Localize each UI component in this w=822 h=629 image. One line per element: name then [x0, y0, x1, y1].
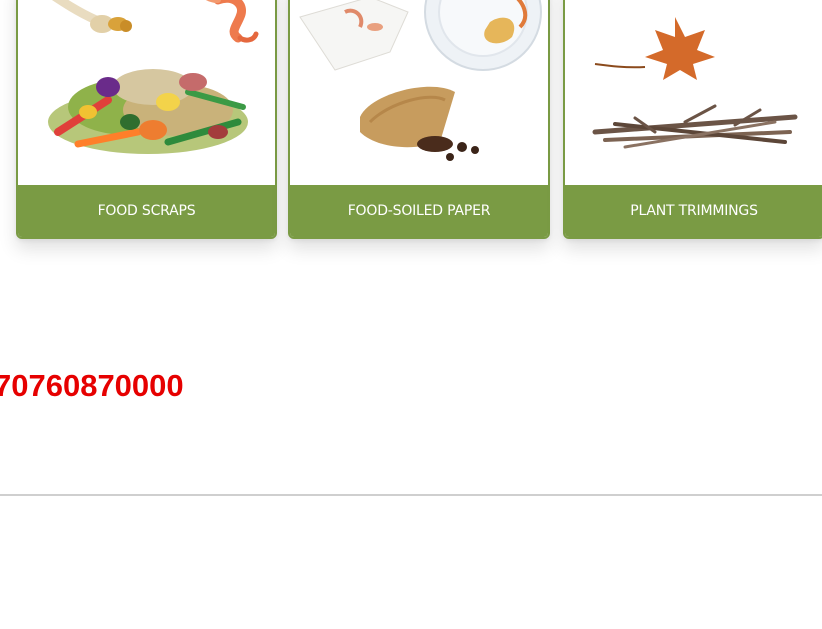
coffee-filter-icon	[360, 86, 479, 161]
napkin-icon	[299, 0, 409, 71]
card-food-soiled-paper[interactable]: FOOD-SOILED PAPER	[288, 0, 550, 239]
card-label-food-soiled-paper: FOOD-SOILED PAPER	[290, 185, 548, 237]
card-plant-trimmings[interactable]: PLANT TRIMMINGS	[563, 0, 822, 239]
divider	[0, 494, 822, 496]
maple-leaf-icon	[594, 17, 715, 80]
shrimp-icon	[205, 0, 259, 43]
vegetable-scraps-icon	[48, 69, 248, 154]
page: FOOD SCRAPS FOOD-SOILED PAPER PLANT TRIM…	[0, 0, 822, 629]
paper-plate-icon	[424, 0, 542, 71]
phone-number-text: 70760870000	[0, 368, 184, 403]
bone-icon	[51, 0, 132, 33]
twigs-icon	[592, 104, 798, 149]
plant-trimmings-image	[565, 0, 822, 169]
food-scraps-image	[18, 0, 275, 169]
card-label-food-scraps: FOOD SCRAPS	[18, 185, 275, 237]
card-label-plant-trimmings: PLANT TRIMMINGS	[565, 185, 822, 237]
card-food-scraps[interactable]: FOOD SCRAPS	[16, 0, 277, 239]
food-soiled-paper-image	[290, 0, 548, 169]
